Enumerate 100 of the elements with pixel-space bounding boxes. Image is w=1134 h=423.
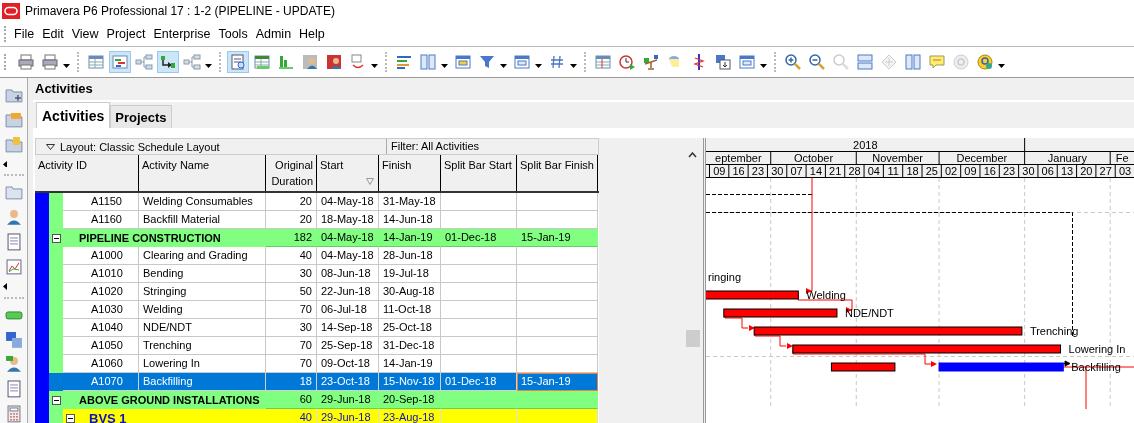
table-cell: 09-Oct-18	[317, 355, 379, 373]
week-label: 16	[732, 165, 745, 177]
month-label: October	[793, 152, 834, 164]
relationship-icon[interactable]	[157, 51, 179, 73]
table-cell: 14-Jan-19	[379, 355, 441, 373]
menu-item[interactable]: Edit	[42, 27, 64, 41]
user-icon[interactable]	[4, 208, 23, 227]
table-cell: 31-Dec-18	[379, 337, 441, 355]
gantt-layout-icon[interactable]	[109, 51, 131, 73]
menu-item[interactable]: File	[14, 27, 35, 41]
activity-bar[interactable]	[830, 362, 896, 372]
print-icon[interactable]	[15, 51, 37, 73]
column-header[interactable]: Finish	[379, 155, 441, 191]
column-header[interactable]: Original Duration	[266, 155, 317, 191]
layout-bar[interactable]: Layout: Classic Schedule Layout	[36, 139, 387, 154]
menu-item[interactable]: Admin	[255, 27, 292, 41]
users-icon[interactable]	[4, 355, 23, 374]
sort-icon[interactable]	[366, 178, 374, 185]
caret-icon[interactable]	[570, 64, 577, 68]
activity-bar[interactable]	[792, 344, 1061, 354]
table-cell: 14-Jan-19	[379, 229, 441, 247]
week-label: 23	[1002, 165, 1016, 177]
table-cell: 23-Oct-18	[317, 373, 379, 391]
collapse-icon[interactable]	[66, 413, 75, 423]
menu-item[interactable]: Enterprise	[153, 27, 211, 41]
table-cell: A1030	[63, 301, 139, 319]
activity-bar[interactable]	[753, 326, 1023, 336]
week-label: 14	[809, 165, 823, 177]
caret-icon[interactable]	[3, 160, 7, 168]
tab[interactable]: Projects	[110, 105, 172, 128]
chart-icon[interactable]	[4, 258, 23, 276]
table-cell: 20	[266, 193, 317, 211]
table-cell: 08-Jun-18	[317, 265, 379, 283]
menu-item[interactable]: Tools	[218, 27, 248, 41]
caret-icon[interactable]	[46, 143, 55, 150]
notebook-icon[interactable]	[4, 233, 23, 251]
wbs-band	[49, 193, 63, 211]
caret-icon[interactable]	[63, 64, 70, 68]
caret-icon[interactable]	[3, 282, 7, 290]
table-cell: Stringing	[139, 283, 266, 301]
column-header[interactable]: Split Bar Start	[441, 155, 517, 191]
year-label: 2018	[853, 139, 878, 151]
table-cell: Welding	[139, 301, 266, 319]
table-cell: A1040	[63, 319, 139, 337]
activity-bar[interactable]	[723, 308, 838, 318]
table-cell: 15-Jan-19	[517, 373, 598, 391]
column-header[interactable]: Activity ID	[35, 155, 139, 191]
scrollbar-thumb[interactable]	[686, 330, 700, 347]
caret-icon[interactable]	[205, 64, 212, 68]
split-icon[interactable]	[854, 51, 876, 73]
table-cell: 20	[266, 211, 317, 229]
caret-icon[interactable]	[371, 64, 378, 68]
month-label: January	[1047, 152, 1087, 164]
table-cell: 30	[266, 265, 317, 283]
table-cell: Bending	[139, 265, 266, 283]
table-cell: 04-May-18	[317, 247, 379, 265]
menu-item[interactable]: Project	[106, 27, 146, 41]
table-cell: 20-Sep-18	[379, 391, 441, 409]
table-cell: A1060	[63, 355, 139, 373]
table-cell: Backfill Material	[139, 211, 266, 229]
table-cell: 01-Dec-18	[441, 229, 517, 247]
calculator-icon[interactable]	[4, 405, 23, 423]
wbs-band	[35, 409, 49, 423]
table-cell: Lowering In	[139, 355, 266, 373]
caret-icon[interactable]	[500, 64, 507, 68]
caret-icon[interactable]	[441, 64, 448, 68]
menu-item[interactable]: Help	[299, 27, 325, 41]
help-icon[interactable]	[974, 51, 996, 73]
caret-icon[interactable]	[760, 64, 767, 68]
menu-item[interactable]: View	[71, 27, 99, 41]
table-cell: 25-Oct-18	[379, 319, 441, 337]
wbs-band	[49, 355, 63, 373]
add-folder-icon[interactable]	[4, 86, 23, 104]
details-icon[interactable]	[227, 51, 249, 73]
panel-title: Activities	[33, 78, 1134, 102]
caret-icon[interactable]	[998, 64, 1005, 68]
wbs-band	[35, 193, 49, 211]
wbs-name: PIPELINE CONSTRUCTION	[79, 232, 221, 244]
table-cell: 30-Aug-18	[379, 283, 441, 301]
collapse-icon[interactable]	[51, 233, 61, 243]
document-icon[interactable]	[4, 380, 23, 399]
month-label: eptember	[715, 152, 762, 164]
split-icon[interactable]	[902, 51, 924, 73]
table-cell: 40	[266, 409, 317, 423]
bar-label: Lowering In	[1068, 343, 1126, 355]
scroll-up-icon[interactable]	[688, 152, 697, 158]
caret-icon[interactable]	[535, 64, 542, 68]
activity-bar[interactable]	[706, 290, 799, 300]
column-header[interactable]: Activity Name	[139, 155, 266, 191]
collapse-icon[interactable]	[51, 395, 61, 405]
column-header[interactable]: Start	[317, 155, 379, 191]
table-cell: 70	[266, 337, 317, 355]
column-header[interactable]: Split Bar Finish	[517, 155, 598, 191]
table-cell: 18	[266, 373, 317, 391]
table-cell: 19-Jul-18	[379, 265, 441, 283]
tab[interactable]: Activities	[36, 102, 111, 128]
layers-icon[interactable]	[4, 330, 23, 349]
activity-bar[interactable]	[938, 362, 1064, 372]
bar-label: ringing	[708, 271, 742, 283]
week-label: 04	[867, 165, 880, 177]
